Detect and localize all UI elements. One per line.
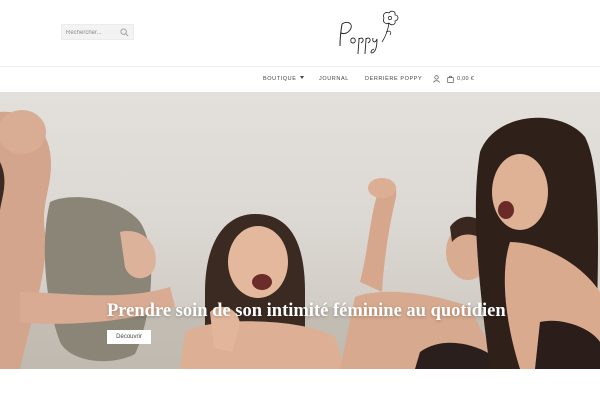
nav-item-boutique[interactable]: Boutique <box>263 76 304 82</box>
search-box[interactable] <box>61 24 134 40</box>
hero-title: Prendre soin de son intimité féminine au… <box>107 301 506 321</box>
poppy-logo[interactable] <box>334 8 404 56</box>
search-icon[interactable] <box>120 28 129 37</box>
main-nav: Boutique Journal Derrière Poppy 0,00 € <box>0 67 600 92</box>
hero-photo <box>0 110 600 369</box>
nav-item-journal[interactable]: Journal <box>319 76 349 82</box>
search-input[interactable] <box>66 28 121 38</box>
shopping-bag-icon[interactable] <box>447 75 454 83</box>
nav-item-boutique-label: Boutique <box>263 76 297 82</box>
cart-total[interactable]: 0,00 € <box>457 76 474 82</box>
caret-down-icon <box>299 76 304 79</box>
site-header <box>0 0 600 66</box>
page-content-area <box>0 369 600 400</box>
hero-banner: Prendre soin de son intimité féminine au… <box>0 92 600 369</box>
discover-button[interactable]: Découvrir <box>107 330 151 344</box>
nav-item-derriere-poppy[interactable]: Derrière Poppy <box>365 76 422 82</box>
user-icon[interactable] <box>433 75 440 83</box>
